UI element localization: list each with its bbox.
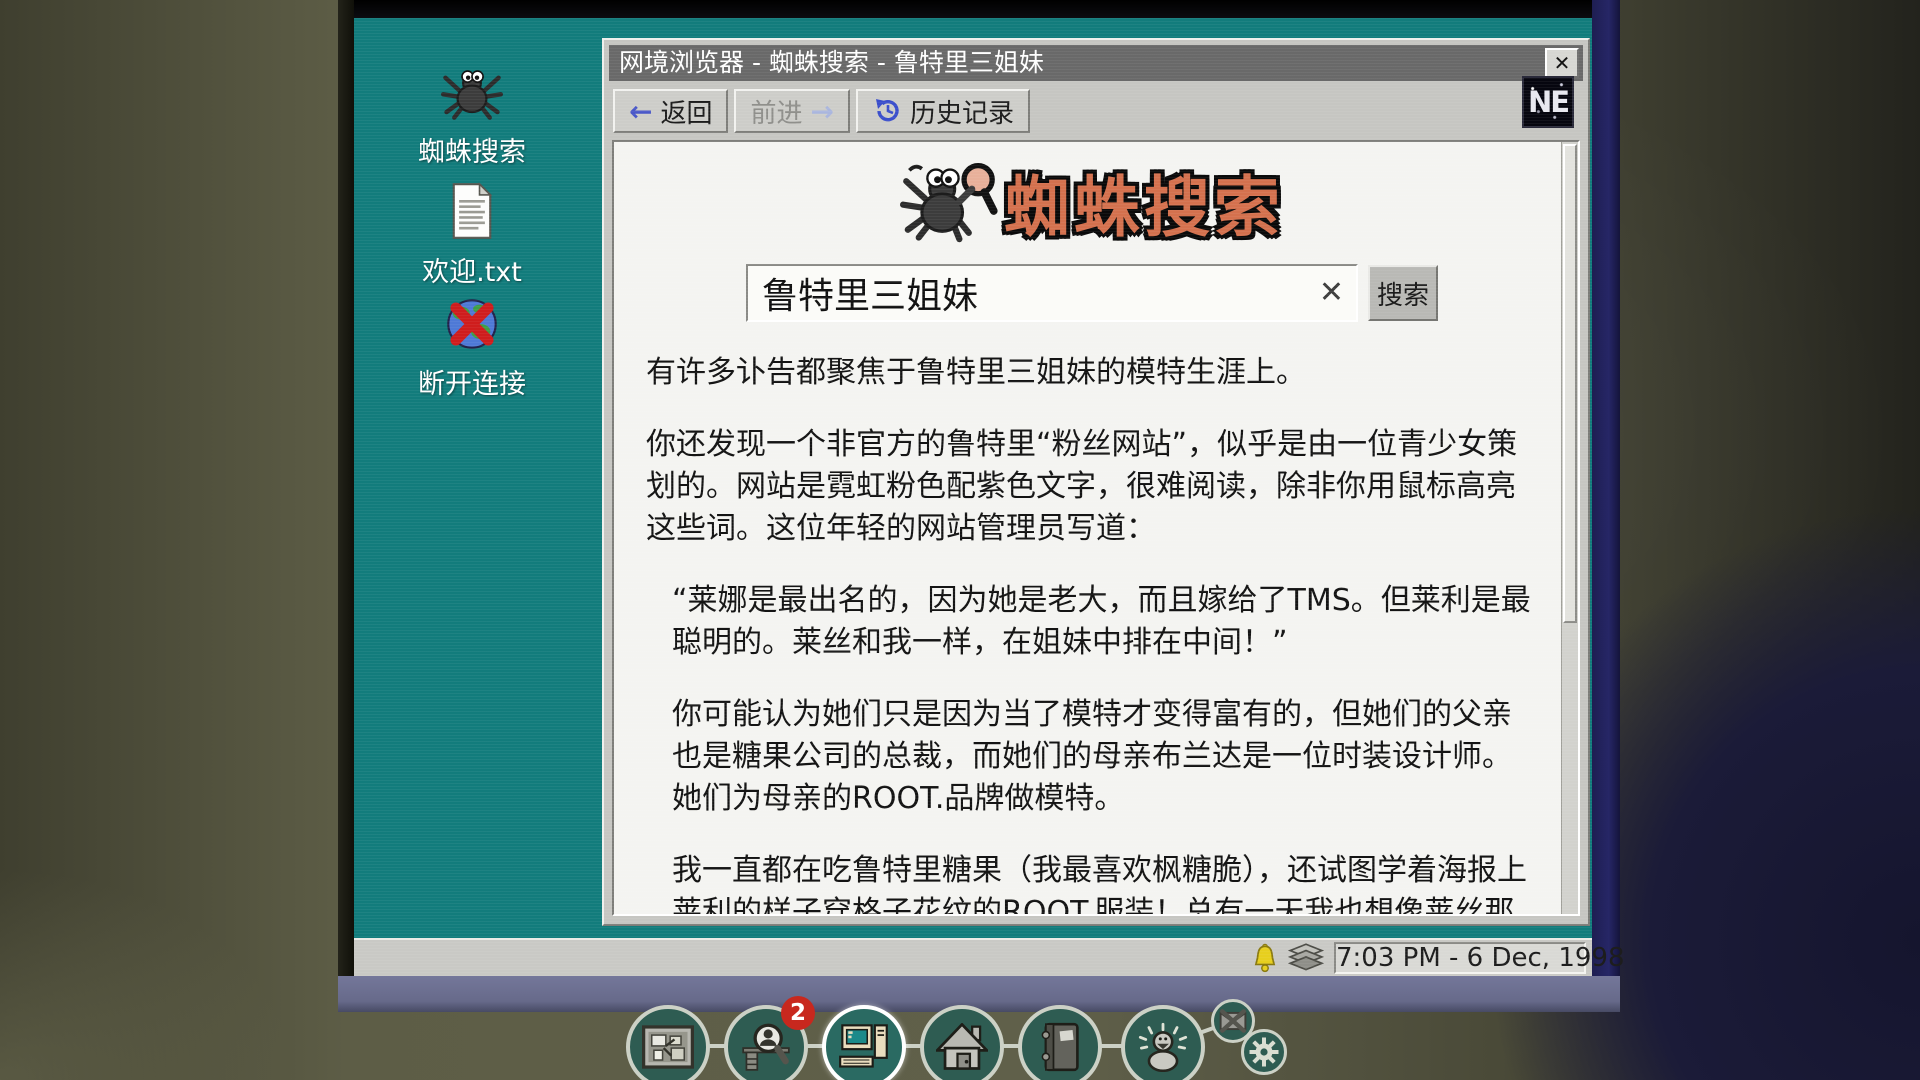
history-icon xyxy=(872,96,902,126)
dock-item-computer[interactable] xyxy=(822,1005,906,1080)
result-paragraph: 你还发现一个非官方的鲁特里“粉丝网站”，似乎是由一位青少女策划的。网站是霓虹粉色… xyxy=(646,424,1538,550)
window-title: 网境浏览器 - 蜘蛛搜索 - 鲁特里三姐妹 xyxy=(619,48,1044,77)
journal-icon xyxy=(1038,1022,1082,1072)
bulletin-board-icon xyxy=(642,1025,694,1069)
window-titlebar[interactable]: 网境浏览器 - 蜘蛛搜索 - 鲁特里三姐妹 ✕ xyxy=(609,45,1583,81)
forward-button[interactable]: 前进 → xyxy=(734,89,849,133)
close-icon: ✕ xyxy=(1554,51,1571,75)
browser-window: 网境浏览器 - 蜘蛛搜索 - 鲁特里三姐妹 ✕ ← 返回 前进 → xyxy=(602,38,1590,926)
desktop-icon-welcome-txt[interactable]: 欢迎.txt xyxy=(397,182,547,289)
search-bar: ✕ 搜索 xyxy=(646,264,1538,322)
taskbar: 7:03 PM - 6 Dec, 1998 xyxy=(354,938,1592,976)
back-button[interactable]: ← 返回 xyxy=(613,89,728,133)
dock-item-duck[interactable] xyxy=(1121,1005,1205,1080)
desktop-icon-label: 蜘蛛搜索 xyxy=(397,130,547,169)
forward-arrow-icon: → xyxy=(811,95,834,128)
fan-site-paragraph: 我一直都在吃鲁特里糖果（我最喜欢枫糖脆），还试图学着海报上莱利的样子穿格子花纹的… xyxy=(672,850,1538,916)
people-search-icon xyxy=(741,1022,791,1072)
ne-logo-text: NE xyxy=(1528,85,1568,119)
spider-search-logo-text: 蜘蛛搜索 xyxy=(1004,154,1284,250)
history-button-label: 历史记录 xyxy=(910,93,1014,130)
clear-search-icon[interactable]: ✕ xyxy=(1319,275,1344,310)
search-button[interactable]: 搜索 xyxy=(1368,265,1438,321)
desktop-icon-disconnect[interactable]: 断开连接 xyxy=(397,296,547,401)
close-button[interactable]: ✕ xyxy=(1545,48,1579,78)
spider-icon xyxy=(441,62,503,124)
desktop-icon-label: 欢迎.txt xyxy=(397,250,547,289)
history-button[interactable]: 历史记录 xyxy=(856,89,1030,133)
desktop-icon-label: 断开连接 xyxy=(397,362,547,401)
gear-icon xyxy=(1249,1037,1279,1067)
result-paragraph: 有许多讣告都聚焦于鲁特里三姐妹的模特生涯上。 xyxy=(646,352,1538,394)
print-queue-icon[interactable] xyxy=(1288,943,1324,973)
search-input-wrap: ✕ xyxy=(746,264,1358,322)
fan-site-quote: “莱娜是最出名的，因为她是老大，而且嫁给了TMS。但莱利是最聪明的。莱丝和我一样… xyxy=(672,580,1538,664)
dock-item-bulletin-board[interactable] xyxy=(626,1005,710,1080)
monitor-bezel-top xyxy=(338,0,1620,18)
ne-logo: NE xyxy=(1522,76,1574,128)
game-screen: 蜘蛛搜索 欢迎.txt xyxy=(0,0,1920,1080)
browser-content: 蜘蛛搜索 ✕ 搜索 有许多讣告都聚焦于鲁特里三姐妹的模特生涯上。 你还发现一个非… xyxy=(612,140,1580,916)
browser-toolbar: ← 返回 前进 → 历史记录 xyxy=(609,85,1583,137)
dock-item-home[interactable] xyxy=(920,1005,1004,1080)
search-input[interactable] xyxy=(746,264,1358,322)
taskbar-clock[interactable]: 7:03 PM - 6 Dec, 1998 xyxy=(1334,942,1586,974)
text-file-icon xyxy=(448,182,496,244)
notification-badge: 2 xyxy=(781,996,815,1030)
monitor-bezel-right xyxy=(1592,0,1620,1012)
duck-icon xyxy=(1136,1022,1190,1072)
monitor-bezel-left xyxy=(338,0,354,1012)
dock-item-settings[interactable] xyxy=(1241,1029,1287,1075)
vertical-scrollbar[interactable] xyxy=(1561,142,1578,914)
computer-icon xyxy=(838,1023,890,1071)
spider-logo-icon xyxy=(900,152,1000,252)
search-results-page: 蜘蛛搜索 ✕ 搜索 有许多讣告都聚焦于鲁特里三姐妹的模特生涯上。 你还发现一个非… xyxy=(646,146,1538,916)
home-icon xyxy=(936,1023,988,1071)
forward-button-label: 前进 xyxy=(750,93,802,130)
scrollbar-thumb[interactable] xyxy=(1563,144,1577,623)
back-button-label: 返回 xyxy=(660,93,712,130)
disconnect-globe-icon xyxy=(443,296,501,356)
back-arrow-icon: ← xyxy=(629,95,652,128)
notification-bell-icon[interactable] xyxy=(1252,943,1278,973)
desktop-icon-spider-search[interactable]: 蜘蛛搜索 xyxy=(397,62,547,169)
mail-crossed-icon xyxy=(1219,1009,1247,1033)
fan-site-paragraph: 你可能认为她们只是因为当了模特才变得富有的，但她们的父亲也是糖果公司的总裁，而她… xyxy=(672,694,1538,820)
dock-item-journal[interactable] xyxy=(1018,1005,1102,1080)
spider-search-logo: 蜘蛛搜索 xyxy=(646,152,1538,252)
monitor-bezel-bottom xyxy=(338,976,1620,1012)
